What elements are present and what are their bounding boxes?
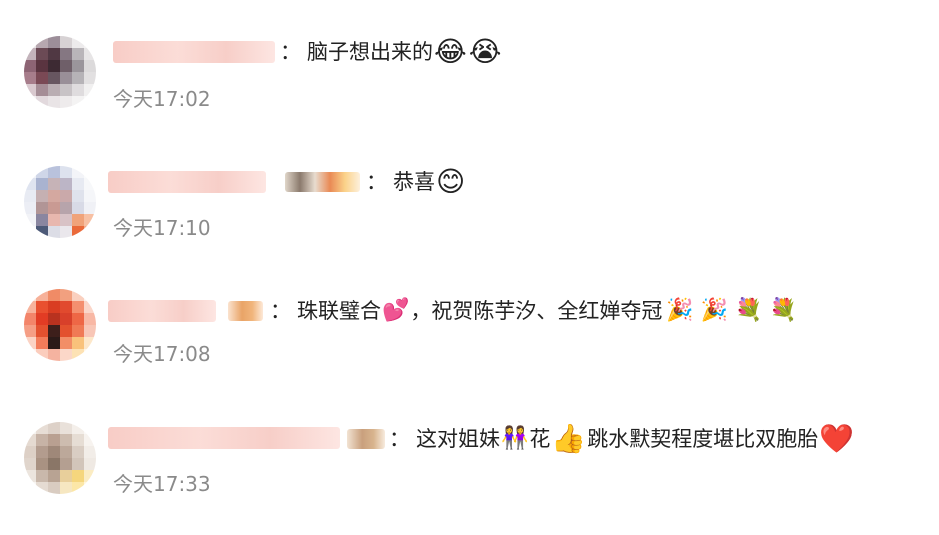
comment-text: 这对姐妹 bbox=[416, 427, 500, 451]
avatar[interactable] bbox=[24, 422, 96, 494]
timestamp: 今天17:02 bbox=[113, 87, 211, 111]
comment-item: ： 这对姐妹 👭 花 👍 跳水默契程度堪比双胞胎 ❤️ 今天17:33 bbox=[0, 418, 939, 528]
avatar[interactable] bbox=[24, 166, 96, 238]
comment-item: ： 脑子想出来的 😂 😭 今天17:02 bbox=[0, 30, 939, 140]
comment-text: 跳水默契程度堪比双胞胎 bbox=[587, 427, 819, 451]
crying-hands-icon: 😭 bbox=[468, 35, 502, 68]
colon: ： bbox=[389, 427, 410, 451]
two-women-icon: 👭 bbox=[501, 426, 529, 451]
avatar[interactable] bbox=[24, 289, 96, 361]
laughing-tears-icon: 😂 bbox=[434, 35, 467, 68]
comment-item: ： 珠联璧合 💕 ，祝贺陈芋汐、全红婵夺冠 🎉 🎉 💐 💐 今天17:08 bbox=[0, 287, 939, 397]
party-popper-icon: 🎉 bbox=[666, 298, 694, 323]
colon: ： bbox=[280, 40, 301, 64]
bouquet-icon: 💐 bbox=[769, 298, 798, 323]
comment-text-line: ： 脑子想出来的 😂 😭 bbox=[280, 38, 502, 66]
bouquet-icon: 💐 bbox=[735, 298, 763, 323]
blush-hands-icon: 😊 bbox=[436, 165, 466, 198]
comment-item: ： 恭喜 😊 今天17:10 bbox=[0, 160, 939, 270]
username-badge-blurred bbox=[347, 429, 385, 449]
colon: ： bbox=[366, 170, 387, 194]
comment-text: ，祝贺陈芋汐、全红婵夺冠 bbox=[410, 299, 663, 323]
comment-text: 脑子想出来的 bbox=[307, 40, 433, 64]
username-blurred[interactable] bbox=[113, 41, 275, 63]
colon: ： bbox=[270, 299, 291, 323]
avatar[interactable] bbox=[24, 36, 96, 108]
comment-text-line: ： 恭喜 😊 bbox=[366, 168, 466, 196]
timestamp: 今天17:33 bbox=[113, 472, 211, 496]
comment-text: 珠联璧合 bbox=[297, 299, 381, 323]
thumbs-up-icon: 👍 bbox=[551, 422, 587, 455]
timestamp: 今天17:10 bbox=[113, 216, 211, 240]
username-blurred[interactable] bbox=[108, 300, 216, 322]
red-heart-icon: ❤️ bbox=[819, 422, 855, 455]
party-popper-icon: 🎉 bbox=[700, 298, 729, 323]
username-blurred[interactable] bbox=[108, 427, 340, 449]
comment-text: 恭喜 bbox=[393, 170, 435, 194]
comment-text: 花 bbox=[529, 427, 551, 451]
timestamp: 今天17:08 bbox=[113, 342, 211, 366]
username-badge-blurred bbox=[285, 172, 360, 192]
username-badge-blurred bbox=[228, 301, 263, 321]
hearts-icon: 💕 bbox=[382, 298, 410, 323]
comment-text-line: ： 这对姐妹 👭 花 👍 跳水默契程度堪比双胞胎 ❤️ bbox=[389, 425, 855, 453]
username-blurred[interactable] bbox=[108, 171, 266, 193]
comment-text-line: ： 珠联璧合 💕 ，祝贺陈芋汐、全红婵夺冠 🎉 🎉 💐 💐 bbox=[270, 297, 798, 325]
